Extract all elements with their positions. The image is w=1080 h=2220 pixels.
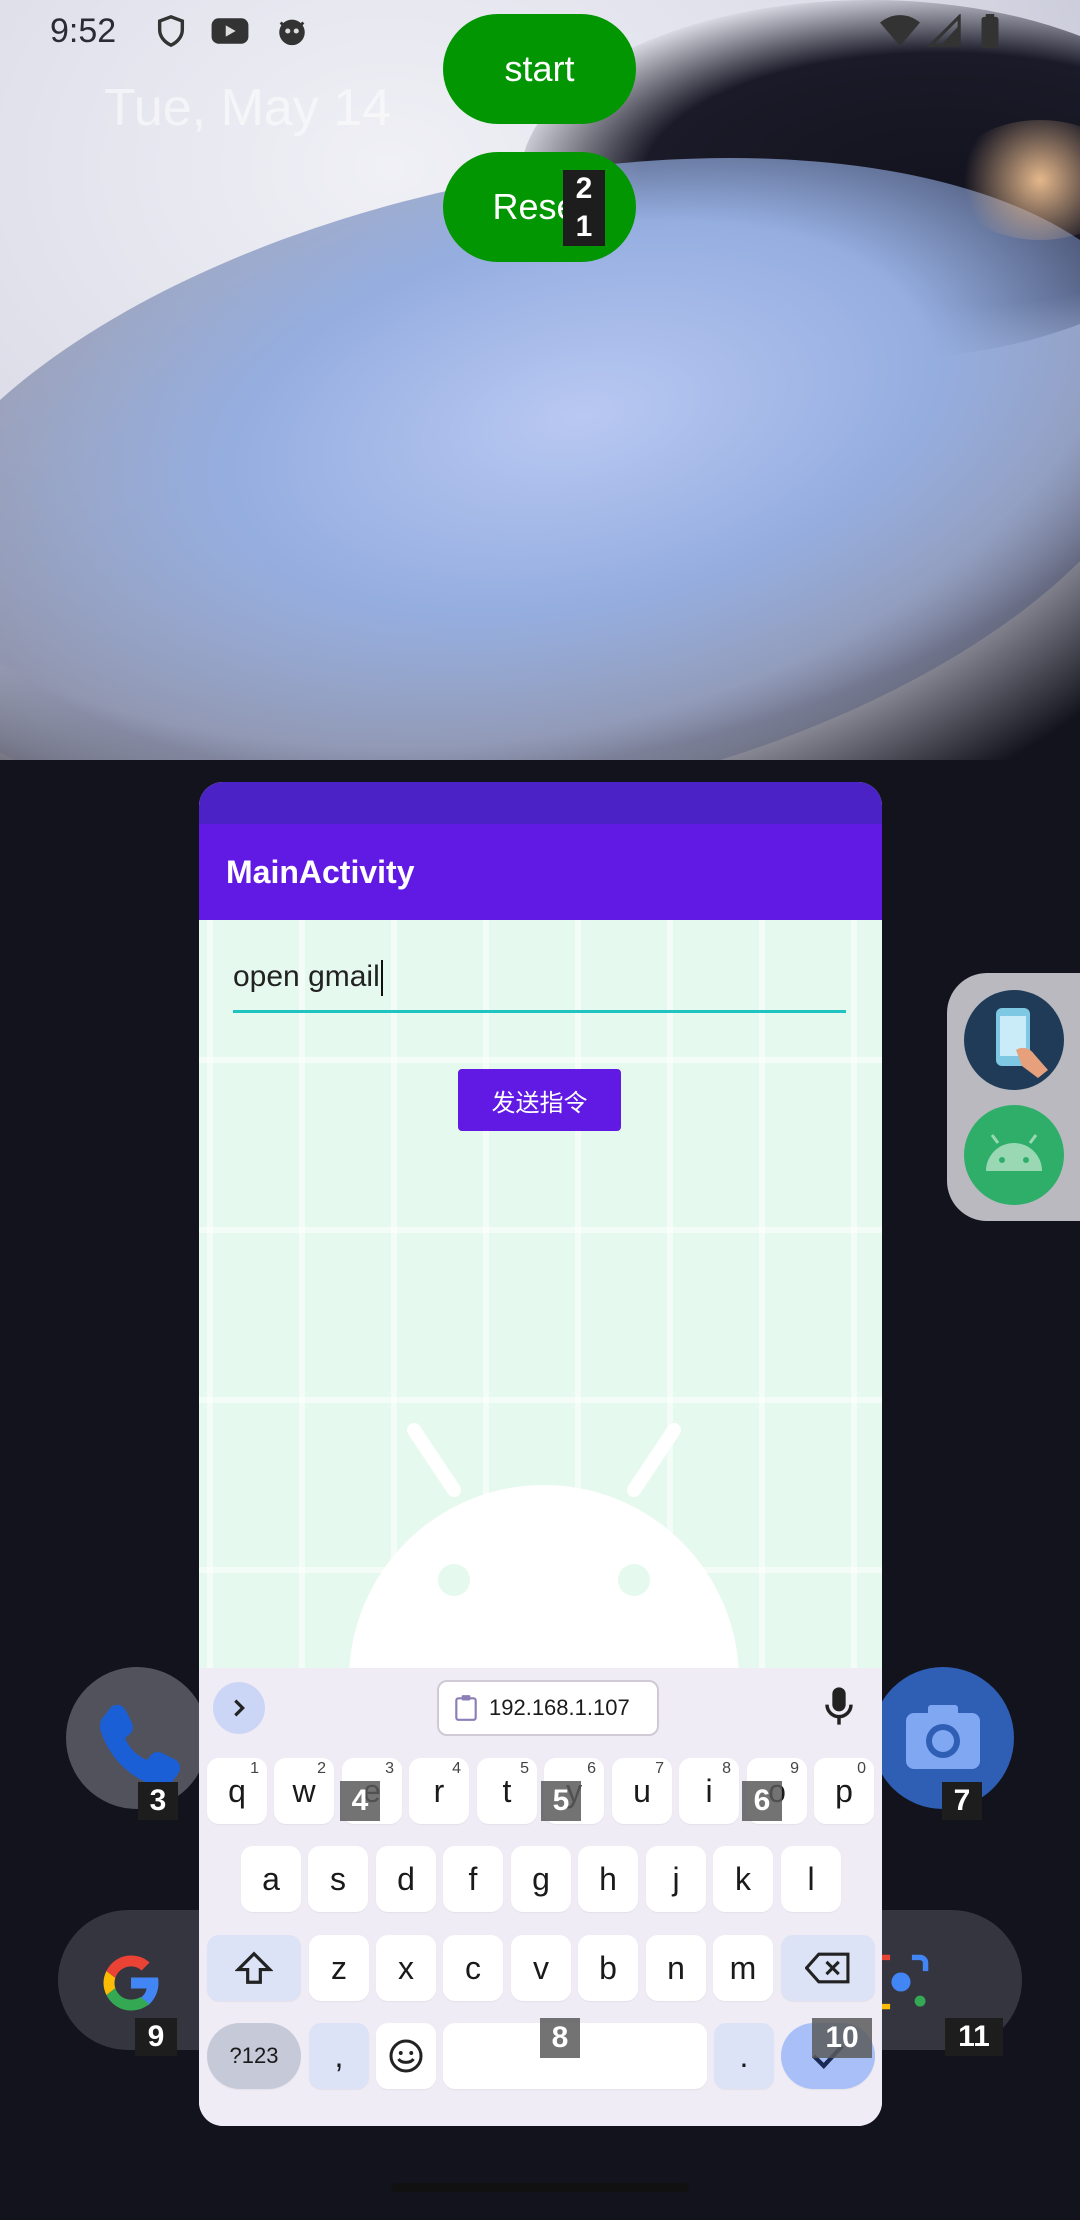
element-tag-1: 1	[563, 208, 605, 246]
element-tag-2: 2	[563, 170, 605, 208]
shift-icon	[235, 1951, 273, 1984]
shift-key[interactable]	[207, 1935, 301, 2001]
element-tag-7: 7	[942, 1782, 982, 1820]
signal-icon	[927, 13, 962, 48]
element-tag-9: 9	[135, 2018, 177, 2056]
phone-app-icon[interactable]	[66, 1667, 208, 1809]
command-input[interactable]: open gmail	[233, 960, 846, 1013]
key-p[interactable]: p0	[814, 1758, 874, 1824]
key-l[interactable]: l	[781, 1846, 841, 1912]
lockscreen-date: Tue, May 14	[104, 79, 392, 137]
key-n[interactable]: n	[646, 1935, 706, 2001]
emoji-key[interactable]	[376, 2023, 436, 2089]
app-content: open gmail 发送指令	[199, 920, 882, 1668]
element-tag-4: 4	[340, 1781, 380, 1821]
shield-icon	[154, 14, 188, 48]
key-u[interactable]: u7	[612, 1758, 672, 1824]
keyboard-suggestion-bar: 192.168.1.107	[199, 1668, 882, 1746]
element-tag-11: 11	[945, 2018, 1003, 2056]
send-command-button[interactable]: 发送指令	[458, 1069, 621, 1131]
android-robot-icon[interactable]	[964, 1105, 1064, 1205]
cat-icon	[275, 14, 309, 48]
start-button[interactable]: start	[443, 14, 636, 124]
key-d[interactable]: d	[376, 1846, 436, 1912]
android-watermark-icon	[344, 1420, 744, 1668]
key-z[interactable]: z	[309, 1935, 369, 2001]
key-t[interactable]: t5	[477, 1758, 537, 1824]
backspace-icon	[805, 1952, 850, 1984]
key-a[interactable]: a	[241, 1846, 301, 1912]
phone-touch-icon[interactable]	[964, 990, 1064, 1090]
key-f[interactable]: f	[443, 1846, 503, 1912]
battery-icon	[978, 14, 1012, 48]
command-input-value: open gmail	[233, 960, 380, 993]
app-status-bar	[199, 782, 882, 824]
key-g[interactable]: g	[511, 1846, 571, 1912]
key-c[interactable]: c	[443, 1935, 503, 2001]
element-tag-8: 8	[540, 2018, 580, 2058]
emoji-icon	[389, 2039, 423, 2073]
key-v[interactable]: v	[511, 1935, 571, 2001]
key-period[interactable]: .	[714, 2023, 774, 2089]
key-w[interactable]: w2	[274, 1758, 334, 1824]
clipboard-suggestion[interactable]: 192.168.1.107	[437, 1680, 659, 1736]
app-title: MainActivity	[199, 824, 882, 920]
text-cursor	[380, 960, 383, 997]
key-h[interactable]: h	[578, 1846, 638, 1912]
chevron-right-icon[interactable]	[213, 1682, 265, 1734]
key-x[interactable]: x	[376, 1935, 436, 2001]
wifi-icon	[880, 14, 920, 48]
clipboard-icon	[455, 1695, 477, 1721]
backspace-key[interactable]	[781, 1935, 875, 2001]
element-tag-6: 6	[742, 1781, 782, 1821]
key-q[interactable]: q1	[207, 1758, 267, 1824]
app-title-text: MainActivity	[226, 853, 415, 890]
clock: 9:52	[50, 12, 117, 50]
app-window: MainActivity open gmail 发送指令 192.168.1.1…	[199, 782, 882, 2126]
home-indicator[interactable]	[391, 2183, 689, 2192]
key-m[interactable]: m	[713, 1935, 773, 2001]
key-i[interactable]: i8	[679, 1758, 739, 1824]
element-tag-3: 3	[138, 1782, 178, 1820]
key-s[interactable]: s	[308, 1846, 368, 1912]
key-b[interactable]: b	[578, 1935, 638, 2001]
clipboard-text: 192.168.1.107	[489, 1695, 630, 1720]
element-tag-10: 10	[812, 2018, 872, 2058]
key-k[interactable]: k	[713, 1846, 773, 1912]
element-tag-5: 5	[541, 1781, 581, 1821]
floating-side-panel	[947, 973, 1080, 1221]
reset-button[interactable]: Reset	[443, 152, 636, 262]
key-comma[interactable]: ,	[309, 2023, 369, 2089]
symbols-key[interactable]: ?123	[207, 2023, 301, 2089]
key-r[interactable]: r4	[409, 1758, 469, 1824]
microphone-icon[interactable]	[823, 1686, 855, 1731]
youtube-icon	[210, 14, 249, 48]
key-j[interactable]: j	[646, 1846, 706, 1912]
